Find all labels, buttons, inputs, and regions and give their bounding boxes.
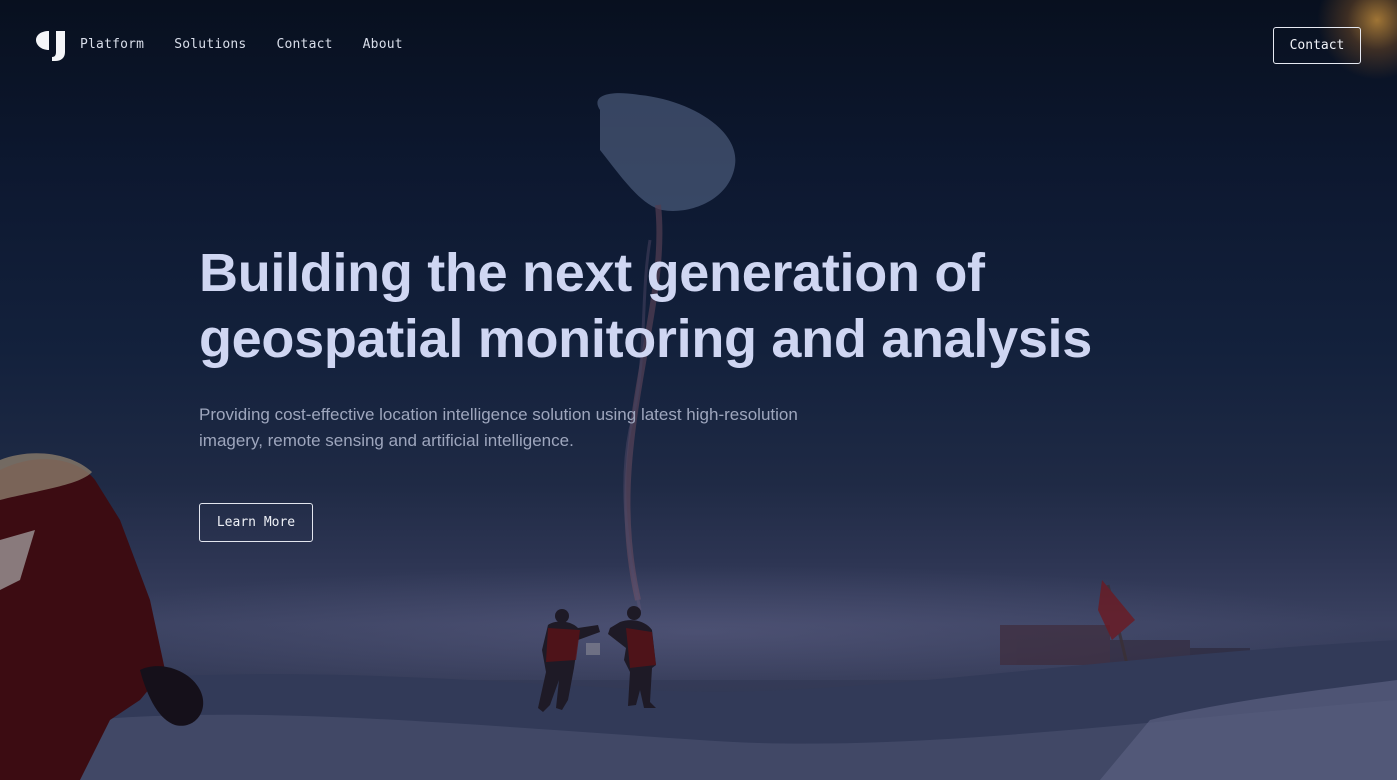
- hero-title-line-1: Building the next generation of: [199, 243, 985, 303]
- nav-link-platform[interactable]: Platform: [80, 37, 144, 52]
- hero-subtitle-line-1: Providing cost-effective location intell…: [199, 405, 798, 424]
- contact-button[interactable]: Contact: [1273, 27, 1361, 64]
- brand-logo-icon[interactable]: [35, 30, 67, 62]
- hero-title: Building the next generation of geospati…: [199, 240, 1099, 372]
- hero-section: Building the next generation of geospati…: [199, 240, 1099, 454]
- learn-more-button[interactable]: Learn More: [199, 503, 313, 542]
- hero-title-line-2: geospatial monitoring and analysis: [199, 309, 1092, 369]
- nav-links: Platform Solutions Contact About: [80, 37, 403, 52]
- nav-link-solutions[interactable]: Solutions: [174, 37, 246, 52]
- top-navbar: Platform Solutions Contact About Contact: [0, 0, 1397, 92]
- nav-link-about[interactable]: About: [363, 37, 403, 52]
- hero-subtitle-line-2: imagery, remote sensing and artificial i…: [199, 431, 574, 450]
- landing-page: Platform Solutions Contact About Contact…: [0, 0, 1397, 780]
- hero-subtitle: Providing cost-effective location intell…: [199, 402, 859, 454]
- nav-link-contact[interactable]: Contact: [276, 37, 332, 52]
